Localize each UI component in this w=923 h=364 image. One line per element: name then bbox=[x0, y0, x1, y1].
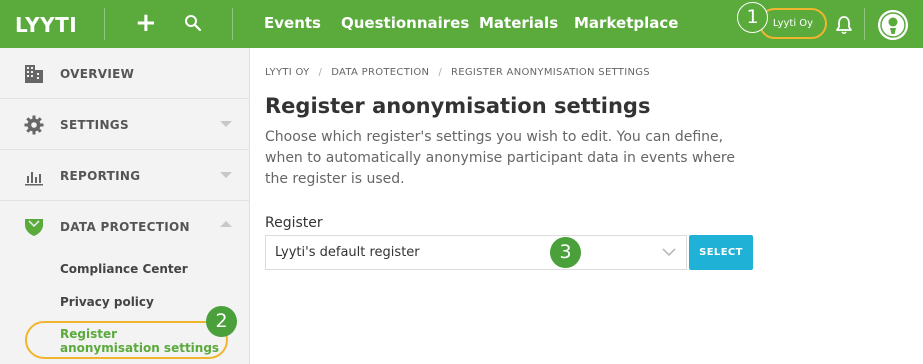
search-icon[interactable] bbox=[184, 14, 202, 32]
sidebar-subitem-register-anonymisation-settings[interactable]: Register anonymisation settings bbox=[60, 327, 220, 355]
bell-icon[interactable] bbox=[835, 15, 853, 35]
select-button[interactable]: SELECT bbox=[689, 235, 753, 270]
register-select-value: Lyyti's default register bbox=[275, 245, 420, 260]
nav-marketplace[interactable]: Marketplace bbox=[574, 14, 678, 32]
top-navigation-bar: LYYTI + Events Questionnaires Materials … bbox=[0, 0, 923, 48]
step-marker-1: 1 bbox=[737, 2, 768, 33]
nav-questionnaires[interactable]: Questionnaires bbox=[341, 14, 469, 32]
chevron-up-icon[interactable] bbox=[220, 221, 232, 227]
breadcrumb-item: REGISTER ANONYMISATION SETTINGS bbox=[450, 67, 650, 78]
sidebar-item-label: OVERVIEW bbox=[60, 67, 135, 81]
page-title: Register anonymisation settings bbox=[265, 94, 651, 118]
step-marker-2: 2 bbox=[206, 306, 237, 337]
nav-events[interactable]: Events bbox=[264, 14, 321, 32]
divider bbox=[232, 8, 233, 40]
breadcrumb-item[interactable]: LYYTI OY bbox=[265, 67, 310, 78]
sidebar-subitem-compliance-center[interactable]: Compliance Center bbox=[60, 262, 188, 276]
plus-icon[interactable]: + bbox=[135, 10, 157, 36]
sidebar-item-settings[interactable]: SETTINGS bbox=[0, 99, 249, 150]
sidebar-item-label: REPORTING bbox=[60, 169, 141, 183]
page-description: Choose which register's settings you wis… bbox=[265, 129, 735, 187]
divider bbox=[104, 8, 105, 40]
chevron-down-icon bbox=[662, 248, 676, 257]
sidebar-item-label: DATA PROTECTION bbox=[60, 220, 190, 234]
breadcrumb-item[interactable]: DATA PROTECTION bbox=[331, 67, 429, 78]
bar-chart-icon bbox=[25, 172, 43, 186]
chevron-down-icon[interactable] bbox=[220, 121, 232, 127]
divider bbox=[864, 8, 865, 40]
shield-icon bbox=[25, 219, 43, 236]
lyyti-logo[interactable]: LYYTI bbox=[15, 13, 77, 37]
organization-switcher[interactable]: Lyyti Oy bbox=[759, 8, 827, 39]
register-select[interactable]: Lyyti's default register bbox=[265, 235, 687, 270]
breadcrumb: LYYTI OY / DATA PROTECTION / REGISTER ANONYM… bbox=[265, 67, 650, 78]
building-icon bbox=[25, 65, 43, 83]
chevron-down-icon[interactable] bbox=[220, 172, 232, 178]
register-label: Register bbox=[265, 215, 323, 231]
sidebar-item-overview[interactable]: OVERVIEW bbox=[0, 48, 249, 99]
sidebar-item-label: SETTINGS bbox=[60, 118, 129, 132]
gear-icon bbox=[24, 115, 44, 135]
step-marker-3: 3 bbox=[550, 237, 581, 268]
user-avatar-icon[interactable] bbox=[878, 10, 908, 40]
nav-materials[interactable]: Materials bbox=[479, 14, 558, 32]
sidebar-subitem-privacy-policy[interactable]: Privacy policy bbox=[60, 295, 154, 309]
sidebar-item-reporting[interactable]: REPORTING bbox=[0, 150, 249, 201]
